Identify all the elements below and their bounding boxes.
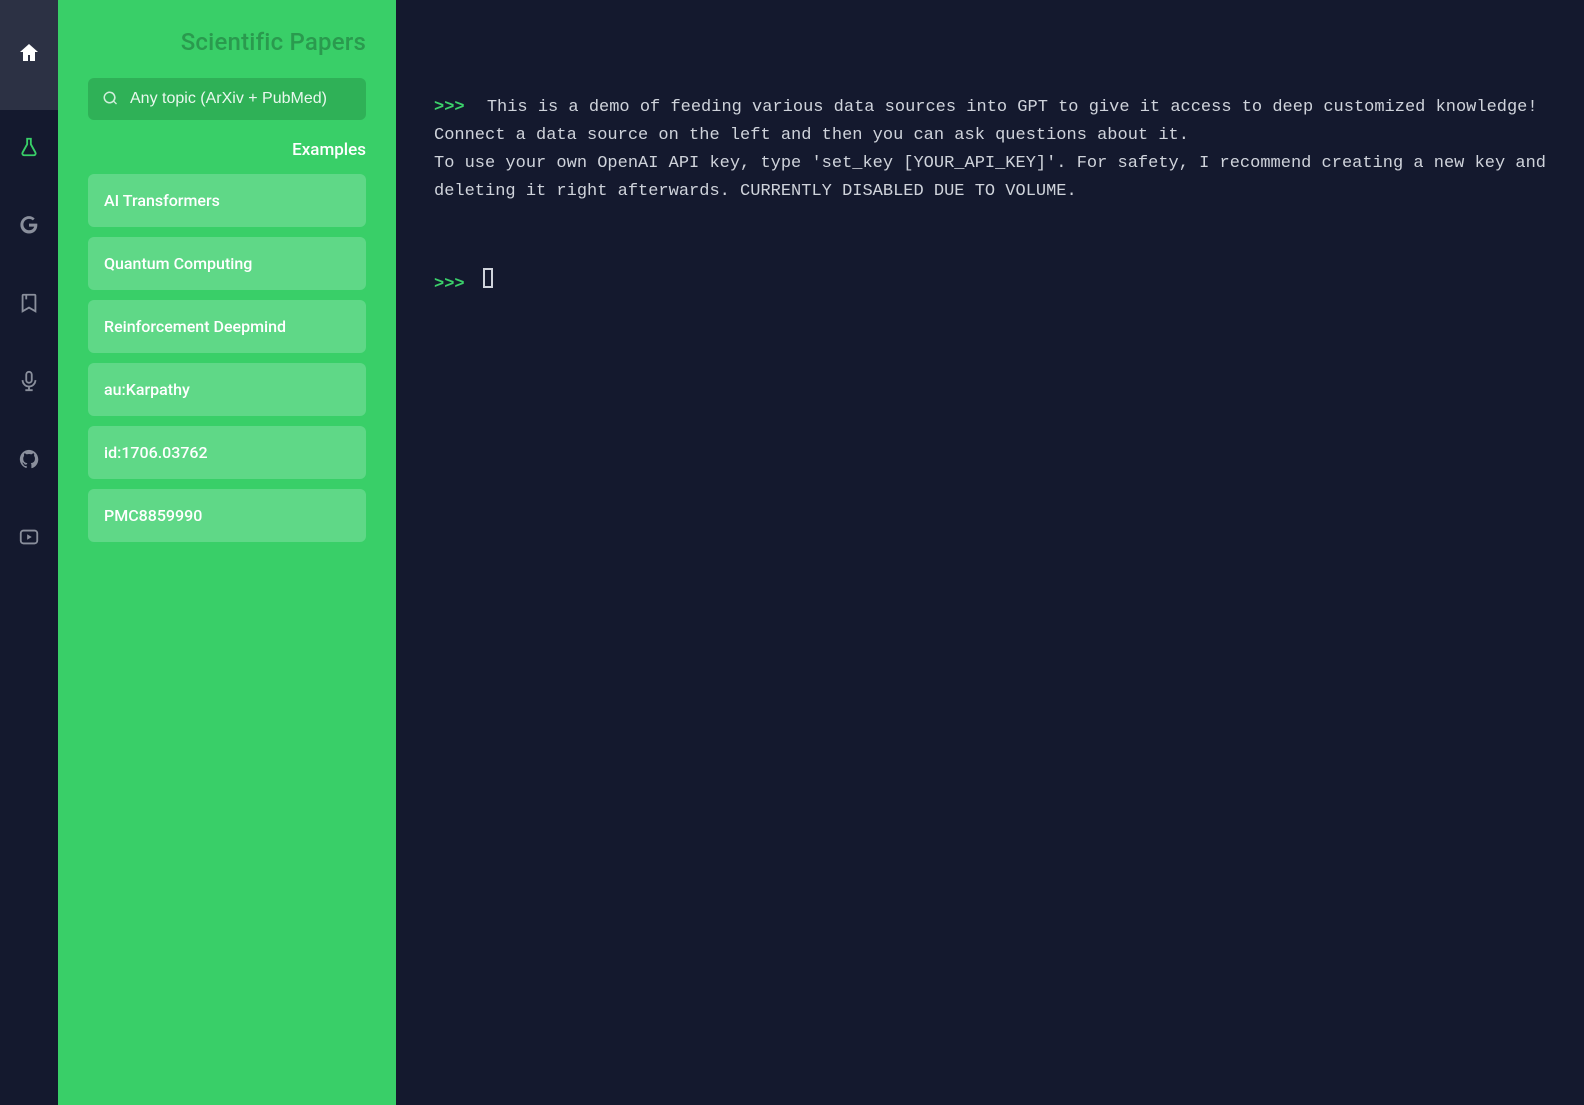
example-button[interactable]: Quantum Computing	[88, 237, 366, 290]
cursor-icon	[483, 268, 493, 288]
home-icon	[17, 41, 41, 69]
bookmark-icon	[18, 292, 40, 318]
microphone-icon	[18, 370, 40, 396]
example-label: Quantum Computing	[104, 254, 252, 273]
sidebar-panel: Scientific Papers Examples AI Transforme…	[58, 0, 396, 1105]
prompt-symbol: >>>	[434, 98, 465, 117]
example-label: PMC8859990	[104, 506, 202, 525]
example-button[interactable]: au:Karpathy	[88, 363, 366, 416]
nav-home[interactable]	[0, 0, 58, 110]
panel-title: Scientific Papers	[88, 28, 366, 56]
terminal-intro-text: This is a demo of feeding various data s…	[434, 98, 1556, 201]
terminal-intro-block: >>> This is a demo of feeding various da…	[434, 94, 1546, 206]
example-button[interactable]: AI Transformers	[88, 174, 366, 227]
nav-papers[interactable]	[0, 110, 58, 188]
flask-icon	[18, 136, 40, 162]
nav-rail	[0, 0, 58, 1105]
example-button[interactable]: Reinforcement Deepmind	[88, 300, 366, 353]
examples-header: Examples	[88, 140, 366, 160]
app-root: Scientific Papers Examples AI Transforme…	[0, 0, 1584, 1105]
search-input[interactable]	[130, 90, 352, 108]
nav-youtube[interactable]	[0, 500, 58, 578]
example-label: id:1706.03762	[104, 443, 208, 462]
example-button[interactable]: id:1706.03762	[88, 426, 366, 479]
search-field[interactable]	[88, 78, 366, 120]
nav-google[interactable]	[0, 188, 58, 266]
prompt-symbol: >>>	[434, 271, 465, 299]
terminal-input-line[interactable]: >>>	[434, 268, 1546, 299]
terminal[interactable]: >>> This is a demo of feeding various da…	[396, 0, 1584, 1105]
github-icon	[18, 448, 40, 474]
search-icon	[102, 90, 120, 108]
example-label: Reinforcement Deepmind	[104, 317, 286, 336]
youtube-icon	[18, 526, 40, 552]
nav-microphone[interactable]	[0, 344, 58, 422]
nav-bookmark[interactable]	[0, 266, 58, 344]
example-button[interactable]: PMC8859990	[88, 489, 366, 542]
example-label: au:Karpathy	[104, 380, 190, 399]
example-label: AI Transformers	[104, 191, 220, 210]
nav-github[interactable]	[0, 422, 58, 500]
google-icon	[18, 214, 40, 240]
